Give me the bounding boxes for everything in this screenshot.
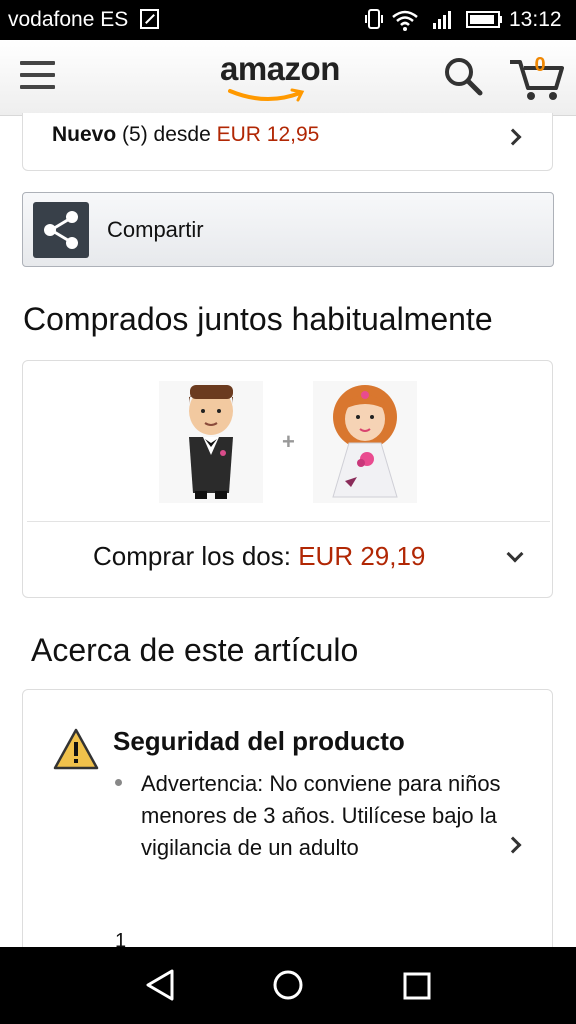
cart-button[interactable]: 0 <box>508 52 564 102</box>
safety-title: Seguridad del producto <box>113 726 405 756</box>
bullet-point <box>115 779 122 786</box>
buy-both-row[interactable]: Comprar los dos: EUR 29,19 <box>93 541 425 572</box>
battery-icon <box>466 11 502 28</box>
clock: 13:12 <box>509 8 562 31</box>
search-icon[interactable] <box>443 56 483 96</box>
carrier-name: vodafone ES <box>8 8 129 31</box>
home-icon[interactable] <box>273 970 303 1000</box>
app-header: amazon 0 <box>0 40 576 116</box>
frequently-bought-card: + Comprar los dos: EUR 29,19 <box>22 360 553 598</box>
about-item-title: Acerca de este artículo <box>31 632 359 668</box>
offer-text: Nuevo (5) desde EUR 12,95 <box>52 123 319 147</box>
offer-price: EUR 12,95 <box>216 123 320 146</box>
chevron-right-icon <box>504 836 522 854</box>
signal-icon <box>433 11 451 29</box>
amazon-logo[interactable]: amazon <box>220 50 356 106</box>
offer-from: desde <box>153 123 211 146</box>
share-icon <box>33 202 89 258</box>
offer-count: (5) <box>122 123 148 146</box>
new-offers-row[interactable]: Nuevo (5) desde EUR 12,95 <box>22 113 553 171</box>
status-icons <box>365 9 502 31</box>
divider <box>27 521 550 522</box>
product-safety-card[interactable]: Seguridad del producto Advertencia: No c… <box>22 689 553 989</box>
sim-icon <box>140 9 159 29</box>
cart-count: 0 <box>534 54 546 76</box>
product-image-bride[interactable] <box>313 381 417 503</box>
product-image-groom[interactable] <box>159 381 263 503</box>
offer-condition: Nuevo <box>52 123 117 146</box>
buy-both-price: EUR 29,19 <box>298 541 426 571</box>
navigation-bar <box>0 947 576 1024</box>
share-button[interactable]: Compartir <box>22 192 554 267</box>
chevron-right-icon <box>504 128 522 146</box>
recents-icon[interactable] <box>403 972 431 1000</box>
buy-both-label: Comprar los dos: <box>93 541 291 571</box>
frequently-bought-title: Comprados juntos habitualmente <box>23 301 493 337</box>
status-bar: vodafone ES 13:12 <box>0 0 576 40</box>
share-label: Compartir <box>107 217 204 242</box>
chevron-down-icon[interactable] <box>506 545 524 563</box>
wifi-icon <box>392 10 418 31</box>
vibrate-icon <box>365 9 383 29</box>
warning-icon <box>53 728 99 770</box>
plus-sign: + <box>282 429 295 454</box>
menu-icon[interactable] <box>20 61 55 91</box>
warning-text: Advertencia: No conviene para niños meno… <box>141 771 501 860</box>
logo-text: amazon <box>220 50 340 87</box>
back-icon[interactable] <box>146 969 174 1001</box>
logo-smile-icon <box>228 88 305 102</box>
